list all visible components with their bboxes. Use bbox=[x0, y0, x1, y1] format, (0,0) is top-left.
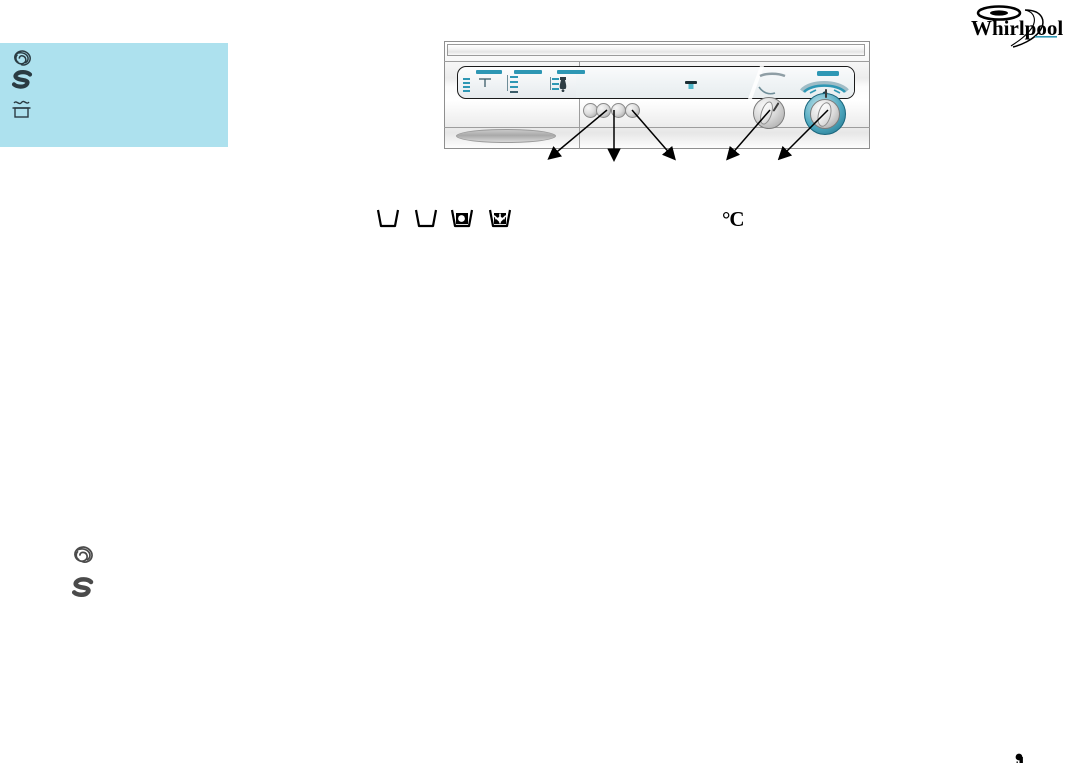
option-group-3-bar bbox=[557, 70, 585, 74]
option-tick bbox=[463, 78, 470, 80]
option-group-2-bar bbox=[514, 70, 542, 74]
s-logo-icon bbox=[71, 577, 94, 597]
option-tick bbox=[463, 90, 470, 92]
callout-arrow-1 bbox=[547, 109, 608, 160]
option-tick bbox=[463, 86, 470, 88]
wool-swirl-icon bbox=[14, 50, 31, 66]
option-tick bbox=[510, 81, 518, 83]
option-tick bbox=[510, 91, 518, 93]
option-tick bbox=[510, 76, 518, 78]
callout-arrow-4 bbox=[726, 109, 771, 161]
option-group-4-glyph bbox=[556, 75, 572, 98]
icon-legend-group bbox=[70, 544, 130, 608]
programme-knob-pointer bbox=[825, 89, 827, 98]
legend-box bbox=[0, 43, 228, 147]
option-tick bbox=[463, 82, 470, 84]
icon-legend-s-logo bbox=[70, 576, 100, 602]
callout-arrow-5 bbox=[777, 109, 829, 161]
whirlpool-logo: Whirlpool bbox=[963, 4, 1063, 48]
legend-item-s-logo bbox=[10, 69, 50, 91]
tumble-dry-low-symbol bbox=[486, 204, 514, 234]
option-tick bbox=[510, 86, 518, 88]
callout-arrow-group bbox=[440, 100, 840, 170]
legend-item-wool-swirl bbox=[10, 48, 50, 70]
option-group-2-rule bbox=[507, 75, 508, 91]
wash-tub-symbol-2 bbox=[412, 204, 440, 234]
wool-swirl-icon bbox=[74, 546, 93, 563]
s-logo-icon bbox=[11, 70, 33, 89]
legend-item-wash-tub-wave bbox=[10, 97, 50, 119]
option-group-3-rule bbox=[550, 77, 551, 90]
control-panel-top-strip bbox=[447, 44, 865, 56]
option-group-1-glyph bbox=[477, 75, 497, 96]
tumble-dry-symbol bbox=[448, 204, 476, 234]
option-group-1-bar bbox=[476, 70, 502, 74]
care-symbols-row bbox=[370, 204, 520, 236]
spin-indicator-icon bbox=[684, 79, 698, 98]
panel-divider-top bbox=[444, 61, 870, 62]
wash-tub-symbol bbox=[374, 204, 402, 234]
page-corner-mark bbox=[1014, 752, 1032, 766]
degree-celsius-symbol: °C bbox=[722, 207, 745, 231]
wash-tub-wave-icon bbox=[12, 100, 31, 118]
icon-legend-wool-swirl bbox=[70, 544, 100, 570]
callout-arrow-3 bbox=[631, 109, 676, 161]
